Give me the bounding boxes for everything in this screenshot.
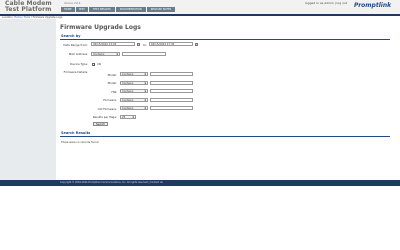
firmware-input[interactable] — [150, 97, 193, 102]
company-logo: Promptlink — [352, 1, 396, 10]
model-2-operator-value: Contains — [122, 81, 134, 85]
mac-address-label: MAC Address: — [68, 52, 88, 56]
mac-address-input[interactable] — [122, 52, 166, 56]
date-range-label: Date Range from: — [63, 43, 88, 47]
model-2-label: Model: — [107, 81, 117, 85]
device-type-checkbox[interactable]: ✓ — [92, 62, 96, 66]
mac-address-operator-select[interactable]: Contains ▼ — [91, 52, 120, 56]
model-2-operator-select[interactable]: Contains ▼ — [120, 80, 148, 85]
chevron-down-icon: ▼ — [132, 115, 134, 119]
chevron-down-icon: ▼ — [144, 107, 146, 110]
chevron-down-icon: ▼ — [144, 98, 146, 102]
header-bar: Cable Modem Test Platform Version 2.6.9 … — [0, 0, 400, 14]
brand-line2: Test Platform — [5, 6, 52, 13]
model-input[interactable] — [150, 72, 193, 76]
model-operator-value: Contains — [122, 73, 134, 76]
old-firmware-operator-value: Contains — [122, 107, 134, 110]
chevron-down-icon: ▼ — [144, 73, 146, 76]
nav-tab-test[interactable]: TEST — [75, 7, 88, 12]
firmware-label: Firmware: — [103, 98, 117, 102]
results-per-page-value: 25 — [122, 115, 126, 119]
firmware-operator-value: Contains — [122, 98, 134, 102]
device-type-label: Device Type: — [70, 62, 88, 66]
date-to-calendar-icon[interactable] — [195, 42, 198, 46]
date-to-label: to: — [143, 43, 147, 47]
chevron-down-icon: ▼ — [116, 53, 118, 56]
no-records-message: There were no records found. — [61, 141, 100, 144]
hw-operator-select[interactable]: Contains ▼ — [120, 89, 148, 93]
logo-text: Promptlink — [354, 2, 392, 9]
nav-tab-release-notes[interactable]: RELEASE NOTES — [146, 7, 176, 12]
date-from-calendar-icon[interactable] — [137, 42, 140, 46]
search-button[interactable]: Search — [93, 122, 108, 126]
results-per-page-select[interactable]: 25 ▼ — [120, 114, 136, 119]
hw-operator-value: Contains — [122, 90, 134, 93]
date-to-input[interactable]: 04/15/2024 17:45 — [149, 42, 193, 46]
footer-bar: Copyright © 2004-2024 Promptlink Communi… — [0, 180, 400, 186]
chevron-down-icon: ▼ — [144, 90, 146, 93]
main-nav: HOME TEST TEST RESULTS DOCUMENTATION REL… — [61, 7, 176, 12]
old-firmware-input[interactable] — [150, 106, 193, 110]
model-operator-select[interactable]: Contains ▼ — [120, 72, 148, 76]
chevron-down-icon: ▼ — [144, 81, 146, 85]
search-section-title: Search by — [61, 34, 81, 38]
firmware-details-label: Firmware Details: — [63, 70, 88, 74]
login-status[interactable]: logged in as admin | log out — [305, 1, 347, 5]
search-section-rule — [60, 39, 390, 40]
page-title: Firmware Upgrade Logs — [60, 24, 141, 31]
device-type-option-label: Cbl — [97, 62, 102, 66]
old-firmware-label: Old Firmware: — [97, 106, 117, 111]
results-section-rule — [60, 136, 390, 137]
old-firmware-operator-select[interactable]: Contains ▼ — [120, 106, 148, 110]
hw-label: HW: — [111, 89, 117, 94]
nav-tab-test-results[interactable]: TEST RESULTS — [88, 7, 115, 12]
nav-tab-home[interactable]: HOME — [61, 7, 75, 12]
footer-copyright: Copyright © 2004-2024 Promptlink Communi… — [60, 181, 163, 184]
mac-address-operator-value: Contains — [93, 53, 105, 56]
nav-tab-documentation[interactable]: DOCUMENTATION — [115, 7, 146, 12]
firmware-operator-select[interactable]: Contains ▼ — [120, 97, 148, 102]
hw-input[interactable] — [150, 89, 193, 93]
date-from-input[interactable]: 04/15/2024 13:03 — [91, 42, 135, 46]
model-label: Model: — [107, 72, 117, 77]
results-section-title: Search Results — [61, 131, 91, 135]
version-label: Version 2.6.9 — [64, 2, 81, 5]
left-sidebar — [0, 19, 56, 186]
model-2-input[interactable] — [150, 80, 193, 85]
results-per-page-label: Results per Page: — [92, 115, 117, 119]
